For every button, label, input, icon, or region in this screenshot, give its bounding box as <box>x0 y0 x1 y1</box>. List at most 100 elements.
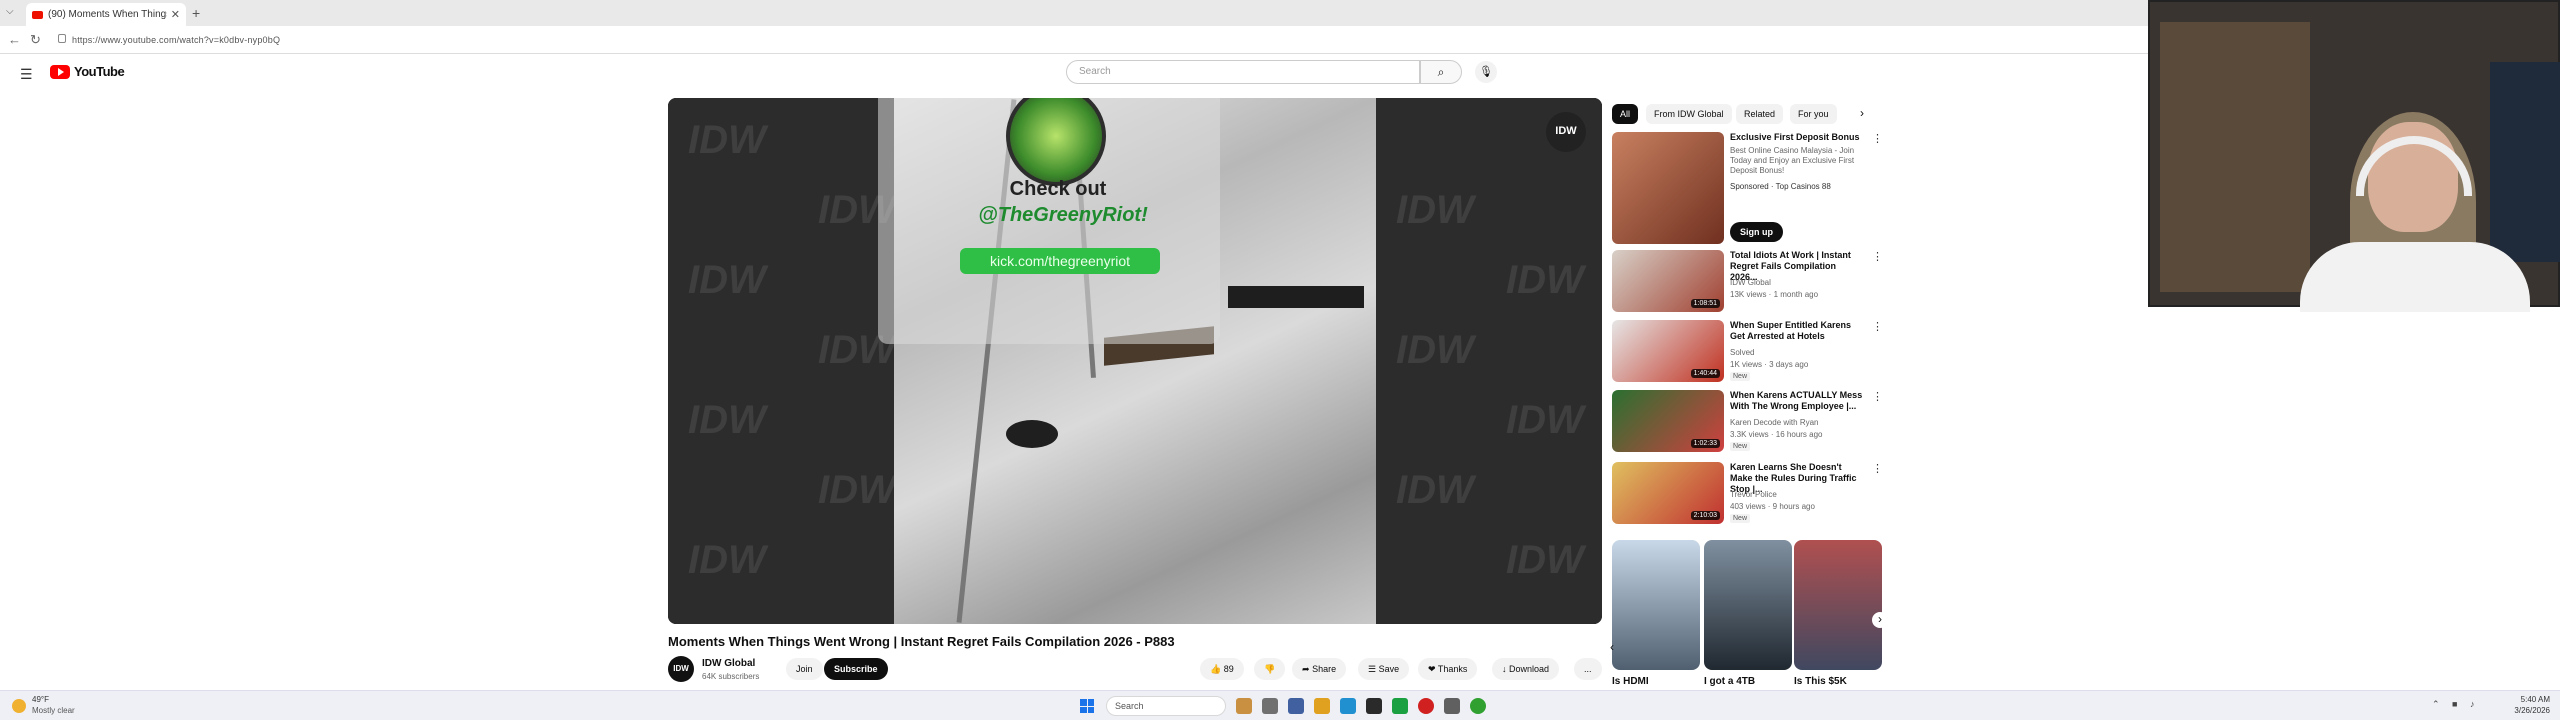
chip-all[interactable]: All <box>1612 104 1639 124</box>
watermark: IDW <box>1396 188 1474 232</box>
subscriber-count: 64K subscribers <box>702 672 760 681</box>
channel-name[interactable]: Karen Decode with Ryan <box>1730 418 1864 428</box>
video-item[interactable]: 1:02:33 When Karens ACTUALLY Mess With T… <box>1612 390 1883 452</box>
app-icon[interactable] <box>1366 698 1382 714</box>
folder-icon[interactable] <box>1314 698 1330 714</box>
short-title[interactable]: I got a 4TB <box>1704 676 1755 687</box>
youtube-logo[interactable]: YouTube <box>50 64 125 79</box>
video-player[interactable]: IDW IDW IDW IDW IDW IDW IDW IDW IDW IDW … <box>668 98 1602 624</box>
dislike-button[interactable]: 👎 <box>1254 658 1286 680</box>
address-bar-row: ← ↻ https://www.youtube.com/watch?v=k0db… <box>0 26 2148 54</box>
save-button[interactable]: ☰ Save <box>1358 658 1410 680</box>
ad-thumbnail[interactable] <box>1612 132 1724 244</box>
more-options-icon[interactable]: ⋮ <box>1872 390 1883 403</box>
view-stats: 1K views · 3 days ago <box>1730 360 1809 369</box>
volume-icon[interactable]: ♪ <box>2470 699 2475 709</box>
new-badge: New <box>1730 442 1751 451</box>
app-icon[interactable] <box>1444 698 1460 714</box>
reload-icon[interactable]: ↻ <box>30 32 41 48</box>
chip-related[interactable]: Related <box>1736 104 1784 124</box>
chevron-right-icon[interactable]: › <box>1872 612 1888 628</box>
more-options-icon[interactable]: ⋮ <box>1872 132 1883 145</box>
like-button[interactable]: 👍 89 <box>1200 658 1244 680</box>
search-input[interactable]: Search <box>1066 60 1420 84</box>
weather-desc[interactable]: Mostly clear <box>32 706 75 715</box>
search-icon[interactable]: ⌕ <box>1420 60 1462 84</box>
channel-name[interactable]: IDW Global <box>702 658 755 669</box>
short-thumbnail[interactable] <box>1704 540 1792 670</box>
chip-for-you[interactable]: For you <box>1790 104 1837 124</box>
ad-cta-button[interactable]: Sign up <box>1730 222 1783 242</box>
channel-avatar[interactable]: IDW <box>668 656 694 682</box>
short-thumbnail[interactable] <box>1612 540 1700 670</box>
taskbar: 49°F Mostly clear Search ⌃ ■ ♪ 5:40 AM 3… <box>0 690 2560 720</box>
short-thumbnail[interactable] <box>1794 540 1882 670</box>
browser-icon[interactable] <box>1340 698 1356 714</box>
channel-name[interactable]: Trevor Police <box>1730 490 1864 500</box>
download-button[interactable]: ↓ Download <box>1492 658 1560 680</box>
taskbar-search[interactable]: Search <box>1106 696 1226 716</box>
youtube-favicon-icon <box>32 10 43 19</box>
more-options-icon[interactable]: ⋮ <box>1872 320 1883 333</box>
chevron-up-icon[interactable]: ⌃ <box>2432 699 2440 710</box>
microphone-icon[interactable]: 🎙 <box>1475 61 1497 83</box>
app-icon[interactable] <box>1288 698 1304 714</box>
lock-icon[interactable] <box>58 34 66 43</box>
clock-date[interactable]: 3/26/2026 <box>2492 706 2550 715</box>
browser-tab[interactable]: (90) Moments When Things ✕ <box>26 3 186 26</box>
video-title[interactable]: When Karens ACTUALLY Mess With The Wrong… <box>1730 390 1864 412</box>
weather-icon[interactable] <box>12 699 26 713</box>
close-tab-icon[interactable]: ✕ <box>171 8 180 21</box>
video-thumbnail[interactable]: 1:40:44 <box>1612 320 1724 382</box>
share-button[interactable]: ➦ Share <box>1292 658 1347 680</box>
app-icon[interactable] <box>1262 698 1278 714</box>
more-actions-button[interactable]: ... <box>1574 658 1602 680</box>
start-icon[interactable] <box>1080 699 1094 713</box>
youtube-play-icon <box>50 64 70 79</box>
duration: 1:02:33 <box>1690 439 1720 448</box>
app-icon[interactable] <box>1236 698 1252 714</box>
subscribe-button[interactable]: Subscribe <box>824 658 888 680</box>
share-icon: ➦ <box>1302 664 1310 674</box>
video-thumbnail[interactable]: 2:10:03 <box>1612 462 1724 524</box>
chevron-left-icon[interactable]: ‹ <box>1610 640 1614 654</box>
watermark: IDW <box>688 398 766 442</box>
weather-temp[interactable]: 49°F <box>32 695 49 704</box>
chip-from-channel[interactable]: From IDW Global <box>1646 104 1732 124</box>
short-title[interactable]: Is This $5K <box>1794 676 1847 687</box>
video-title: Moments When Things Went Wrong | Instant… <box>668 634 1175 649</box>
channel-name[interactable]: IDW Global <box>1730 278 1864 288</box>
ad-sponsor: Sponsored · Top Casinos 88 <box>1730 182 1831 191</box>
more-options-icon[interactable]: ⋮ <box>1872 250 1883 263</box>
back-icon[interactable]: ← <box>8 32 21 47</box>
app-icon[interactable] <box>1418 698 1434 714</box>
new-tab-button[interactable]: + <box>192 5 200 21</box>
watermark: IDW <box>1396 468 1474 512</box>
video-item[interactable]: 1:08:51 Total Idiots At Work | Instant R… <box>1612 250 1883 312</box>
more-options-icon[interactable]: ⋮ <box>1872 462 1883 475</box>
watermark: IDW <box>1506 538 1584 582</box>
thanks-button[interactable]: ❤ Thanks <box>1418 658 1478 680</box>
url-field[interactable]: https://www.youtube.com/watch?v=k0dbv-ny… <box>72 35 280 45</box>
join-button[interactable]: Join <box>786 658 823 680</box>
video-item[interactable]: 2:10:03 Karen Learns She Doesn't Make th… <box>1612 462 1883 524</box>
app-icon[interactable] <box>1392 698 1408 714</box>
chevron-right-icon[interactable]: › <box>1860 106 1864 120</box>
app-icon[interactable] <box>1470 698 1486 714</box>
channel-watermark[interactable]: IDW <box>1546 112 1586 152</box>
channel-name[interactable]: Solved <box>1730 348 1864 358</box>
network-icon[interactable]: ■ <box>2452 699 2457 709</box>
watermark: IDW <box>1396 328 1474 372</box>
ad-title[interactable]: Exclusive First Deposit Bonus <box>1730 132 1864 143</box>
youtube-wordmark: YouTube <box>74 64 125 79</box>
hamburger-menu-icon[interactable]: ☰ <box>20 66 33 83</box>
clock-time[interactable]: 5:40 AM <box>2502 695 2550 704</box>
video-item[interactable]: 1:40:44 When Super Entitled Karens Get A… <box>1612 320 1883 382</box>
tab-list-icon[interactable]: ⌵ <box>6 6 14 17</box>
video-thumbnail[interactable]: 1:02:33 <box>1612 390 1724 452</box>
ad-item[interactable]: Exclusive First Deposit Bonus Best Onlin… <box>1612 132 1883 244</box>
video-title[interactable]: When Super Entitled Karens Get Arrested … <box>1730 320 1864 342</box>
promo-text: Check out <box>1009 178 1107 200</box>
video-thumbnail[interactable]: 1:08:51 <box>1612 250 1724 312</box>
short-title[interactable]: Is HDMI <box>1612 676 1649 687</box>
